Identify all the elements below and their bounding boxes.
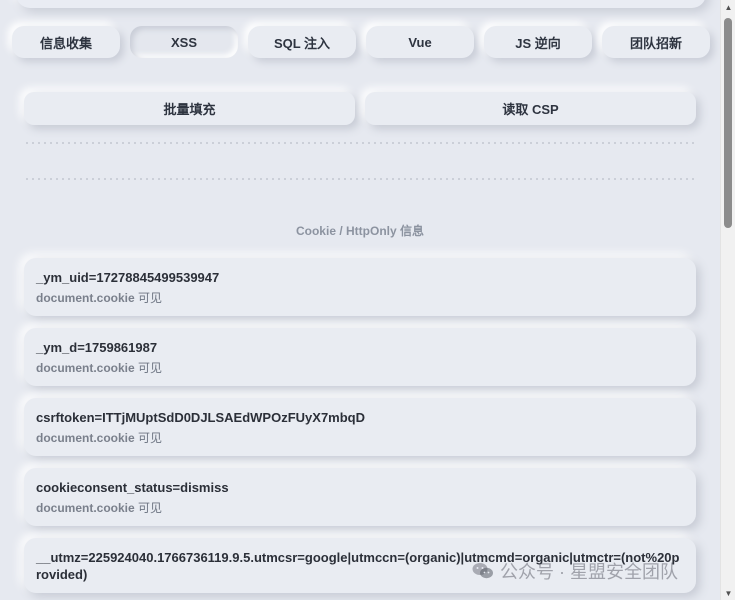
divider — [24, 178, 696, 180]
cookie-value: _ym_d=1759861987 — [36, 340, 158, 355]
tab-vue[interactable]: Vue — [366, 26, 474, 58]
scrollbar-thumb[interactable] — [724, 18, 732, 228]
cookie-source: document.cookie — [36, 431, 135, 445]
tab-sql-injection[interactable]: SQL 注入 — [248, 26, 356, 58]
scroll-down-icon[interactable]: ▼ — [721, 586, 735, 600]
header-panel — [16, 0, 706, 8]
cookie-card: __utmz=225924040.1766736119.9.5.utmcsr=g… — [24, 538, 696, 593]
cookie-value: __utmz=225924040.1766736119.9.5.utmcsr=g… — [36, 550, 680, 582]
tab-info-gathering[interactable]: 信息收集 — [12, 26, 120, 58]
cookie-value: csrftoken=ITTjMUptSdD0DJLSAEdWPOzFUyX7mb… — [36, 410, 366, 425]
cookie-note: 可见 — [138, 431, 163, 445]
read-csp-button[interactable]: 读取 CSP — [365, 92, 696, 125]
cookie-value: _ym_uid=17278845499539947 — [36, 270, 220, 285]
cookie-card: _ym_uid=17278845499539947 document.cooki… — [24, 258, 696, 316]
cookie-visibility: document.cookie 可见 — [36, 290, 684, 306]
cookie-visibility: document.cookie 可见 — [36, 500, 684, 516]
vertical-scrollbar[interactable]: ▲ ▼ — [720, 0, 735, 600]
cookie-source: document.cookie — [36, 361, 135, 375]
cookie-note: 可见 — [138, 361, 163, 375]
scroll-up-icon[interactable]: ▲ — [721, 0, 735, 14]
main-viewport: 信息收集 XSS SQL 注入 Vue JS 逆向 团队招新 批量填充 读取 C… — [0, 0, 720, 600]
cookie-list: _ym_uid=17278845499539947 document.cooki… — [24, 258, 696, 600]
cookie-card: cookieconsent_status=dismiss document.co… — [24, 468, 696, 526]
cookie-source: document.cookie — [36, 291, 135, 305]
cookie-note: 可见 — [138, 291, 163, 305]
divider — [24, 142, 696, 144]
cookie-card: _ym_d=1759861987 document.cookie 可见 — [24, 328, 696, 386]
tab-team-recruit[interactable]: 团队招新 — [602, 26, 710, 58]
cookie-visibility: document.cookie 可见 — [36, 430, 684, 446]
cookie-visibility: document.cookie 可见 — [36, 360, 684, 376]
cookie-value: cookieconsent_status=dismiss — [36, 480, 229, 495]
cookie-note: 可见 — [138, 501, 163, 515]
batch-fill-button[interactable]: 批量填充 — [24, 92, 355, 125]
cookie-card: csrftoken=ITTjMUptSdD0DJLSAEdWPOzFUyX7mb… — [24, 398, 696, 456]
tab-js-reverse[interactable]: JS 逆向 — [484, 26, 592, 58]
action-bar: 批量填充 读取 CSP — [24, 92, 696, 126]
cookie-source: document.cookie — [36, 501, 135, 515]
tab-bar: 信息收集 XSS SQL 注入 Vue JS 逆向 团队招新 — [12, 26, 710, 62]
tab-xss[interactable]: XSS — [130, 26, 238, 58]
section-title: Cookie / HttpOnly 信息 — [295, 224, 424, 238]
